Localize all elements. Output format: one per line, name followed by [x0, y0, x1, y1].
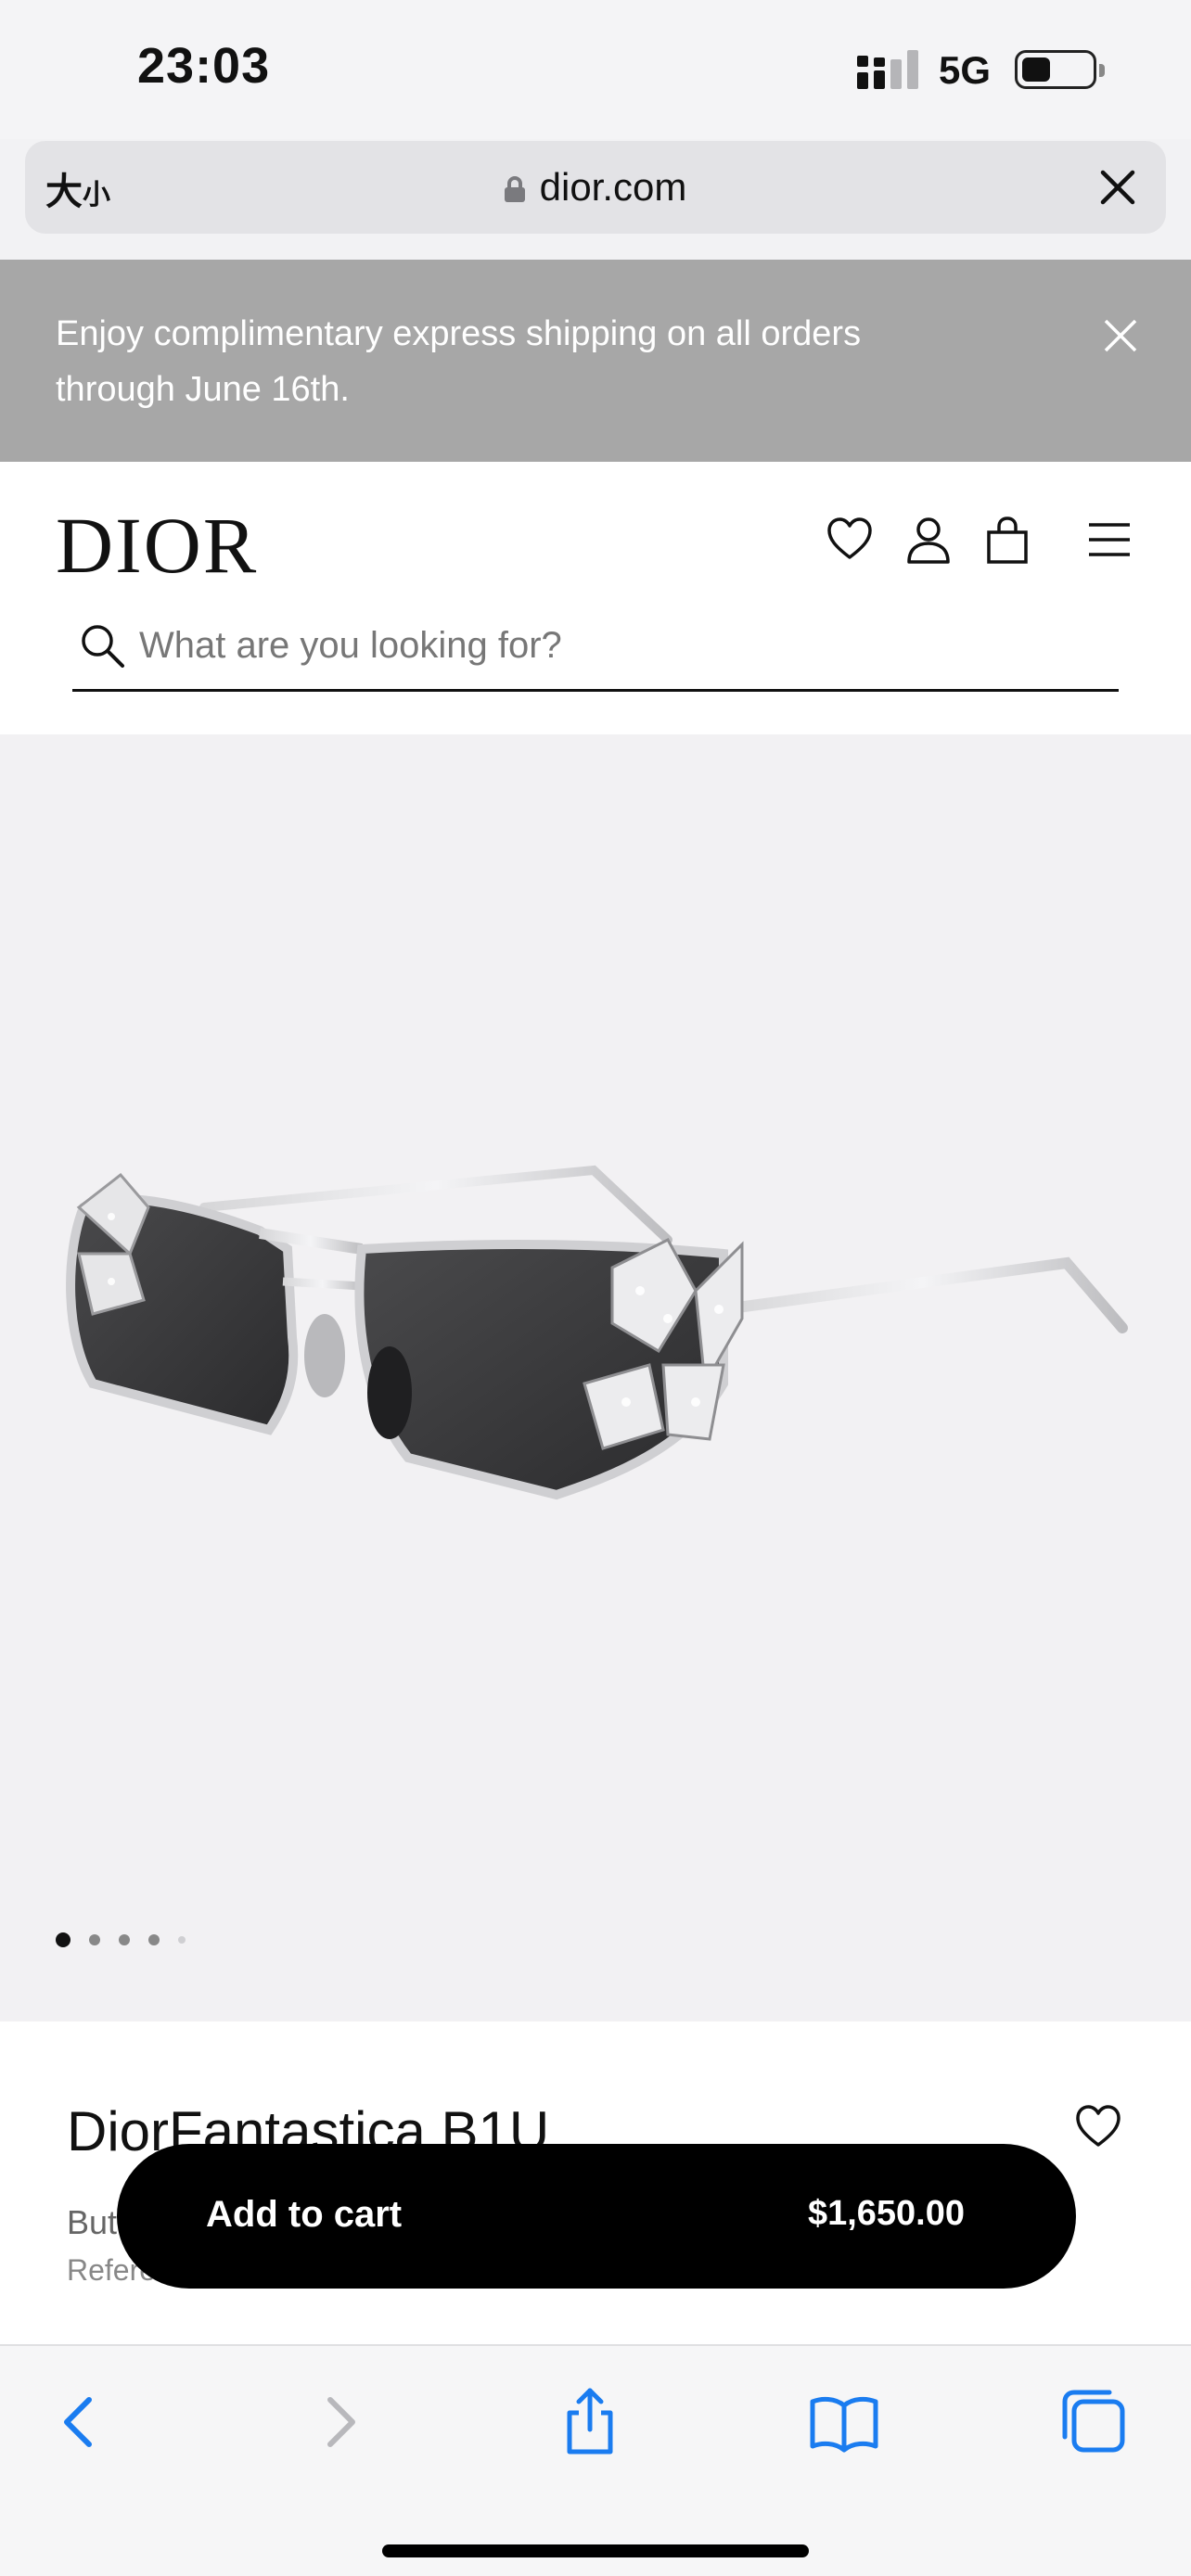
product-image-sunglasses[interactable] — [56, 1152, 1141, 1588]
cellular-signal-icon — [857, 50, 918, 89]
browser-toolbar — [0, 2344, 1191, 2576]
forward-icon[interactable] — [302, 2385, 377, 2459]
promo-text: Enjoy complimentary express shipping on … — [56, 314, 862, 409]
promo-close-icon[interactable] — [1100, 315, 1141, 356]
status-bar: 23:03 5G — [0, 0, 1191, 139]
close-icon[interactable] — [1095, 165, 1140, 210]
lock-icon — [504, 176, 525, 202]
gallery-dot[interactable] — [119, 1934, 130, 1945]
gallery-dot[interactable] — [89, 1934, 100, 1945]
wishlist-heart-icon[interactable] — [826, 516, 874, 564]
search-bar[interactable] — [72, 608, 1119, 692]
shopping-bag-icon[interactable] — [983, 516, 1031, 564]
home-indicator[interactable] — [382, 2544, 809, 2557]
back-icon[interactable] — [43, 2385, 117, 2459]
product-image-gallery[interactable] — [0, 734, 1191, 2021]
search-icon[interactable] — [78, 621, 126, 670]
address-bar[interactable]: 大小 dior.com — [25, 141, 1166, 234]
url-text: dior.com — [539, 165, 687, 209]
price: $1,650.00 — [807, 2194, 965, 2233]
network-type: 5G — [939, 48, 992, 92]
promo-banner: Enjoy complimentary express shipping on … — [0, 260, 1191, 462]
status-time: 23:03 — [137, 38, 271, 94]
battery-icon — [1015, 50, 1105, 89]
gallery-dot[interactable] — [178, 1936, 186, 1944]
gallery-pagination[interactable] — [56, 1931, 186, 1949]
search-input[interactable] — [139, 619, 1104, 671]
gallery-dot[interactable] — [56, 1932, 70, 1947]
tabs-icon[interactable] — [1057, 2385, 1132, 2459]
add-to-wishlist-heart-icon[interactable] — [1074, 2103, 1122, 2151]
gallery-dot[interactable] — [148, 1934, 160, 1945]
add-to-cart-label: Add to cart — [206, 2194, 403, 2235]
site-header: DIOR — [0, 462, 1191, 734]
account-icon[interactable] — [904, 516, 953, 564]
menu-icon[interactable] — [1085, 516, 1133, 564]
bookmarks-icon[interactable] — [807, 2385, 881, 2459]
dior-logo[interactable]: DIOR — [56, 499, 258, 592]
url-display[interactable]: dior.com — [25, 165, 1166, 210]
share-icon[interactable] — [553, 2385, 627, 2459]
add-to-cart-button[interactable]: Add to cart $1,650.00 — [117, 2144, 1076, 2289]
